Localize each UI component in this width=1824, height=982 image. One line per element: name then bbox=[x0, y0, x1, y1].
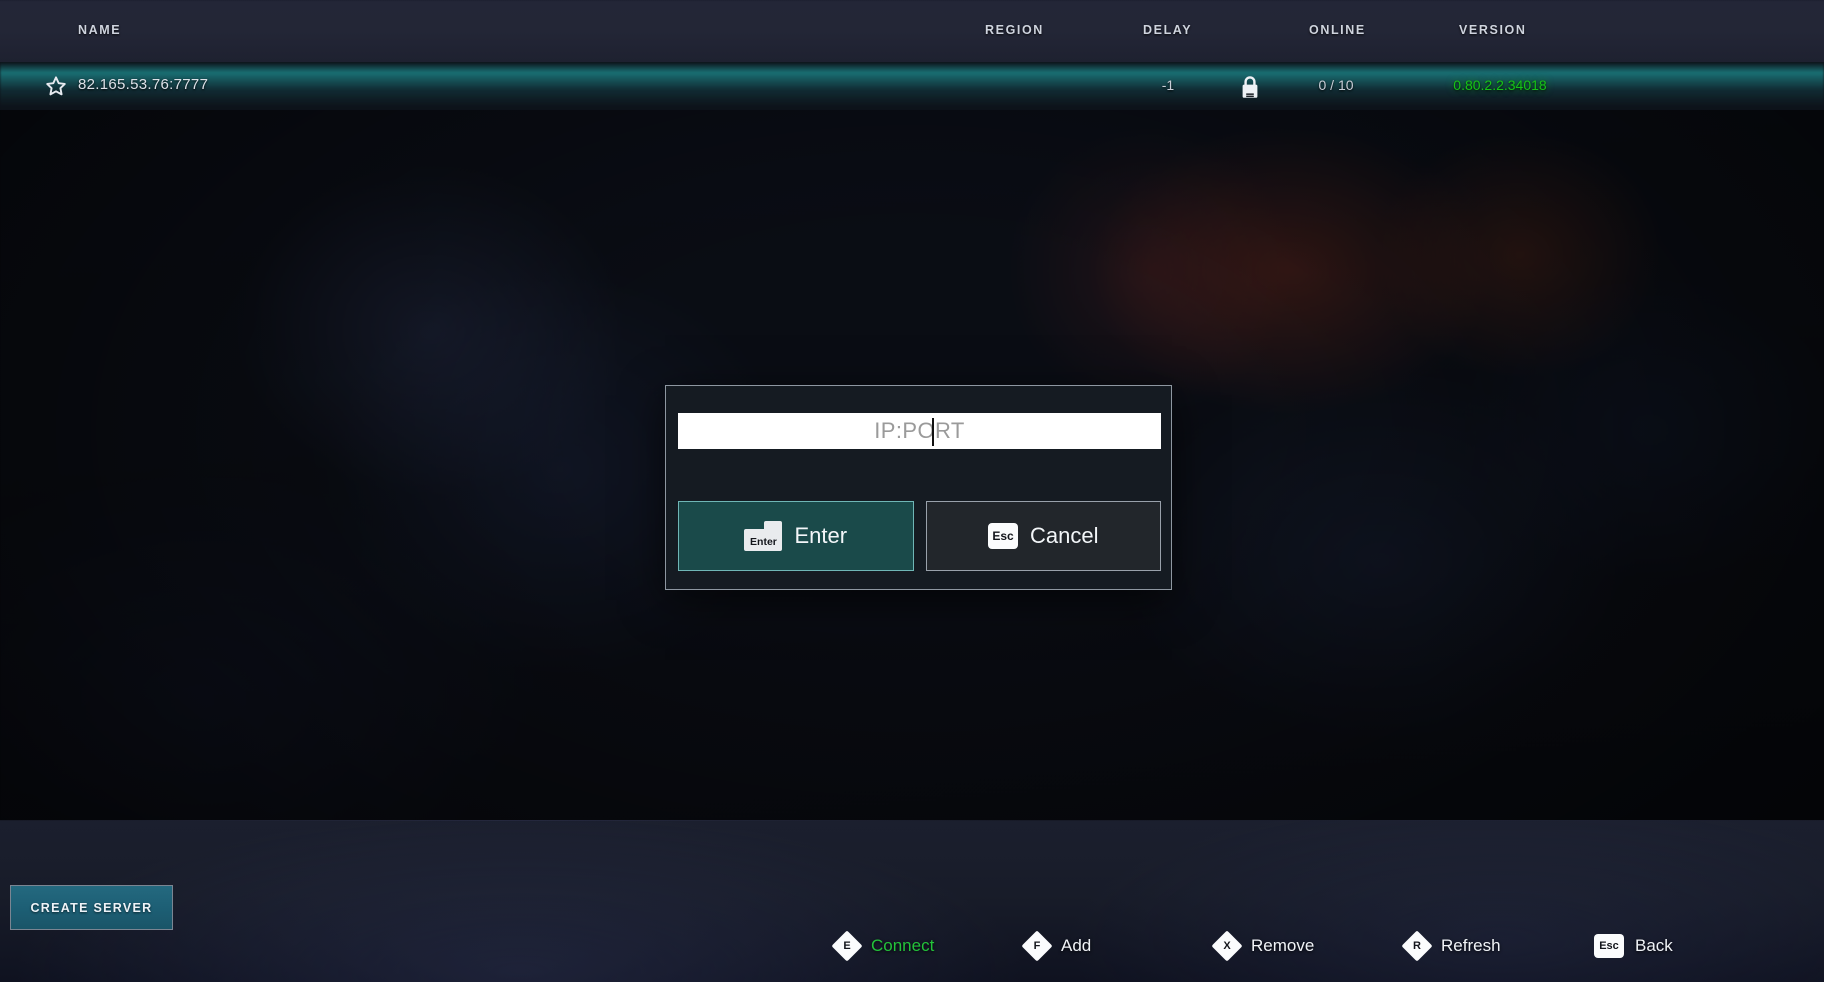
cancel-button-label: Cancel bbox=[1030, 523, 1099, 548]
esc-key-letter: Esc bbox=[992, 529, 1014, 543]
key-badge-e-letter: E bbox=[843, 940, 851, 952]
ip-port-placeholder: IP:PORT bbox=[874, 418, 965, 443]
enter-key-letter: Enter bbox=[750, 536, 777, 548]
cancel-button[interactable]: Esc Cancel bbox=[925, 501, 1161, 571]
enter-button[interactable]: Enter Enter bbox=[678, 501, 914, 571]
enter-key-icon: Enter bbox=[744, 521, 783, 551]
key-badge-r-letter: R bbox=[1413, 940, 1421, 952]
dialog-button-row: Enter Enter Esc Cancel bbox=[678, 501, 1161, 571]
server-browser-screen: NAME REGION DELAY ONLINE VERSION 82.165.… bbox=[0, 0, 1824, 982]
direct-connect-dialog: IP:PORT Enter Enter Esc Cancel bbox=[665, 385, 1172, 590]
esc-key-icon: Esc bbox=[988, 523, 1018, 549]
key-badge-x-letter: X bbox=[1223, 940, 1231, 952]
key-badge-f-letter: F bbox=[1033, 940, 1041, 952]
enter-button-label: Enter bbox=[794, 523, 848, 548]
ip-port-input[interactable]: IP:PORT bbox=[678, 413, 1161, 449]
text-caret bbox=[931, 418, 934, 446]
dialog-layer: IP:PORT Enter Enter Esc Cancel bbox=[0, 0, 1824, 982]
